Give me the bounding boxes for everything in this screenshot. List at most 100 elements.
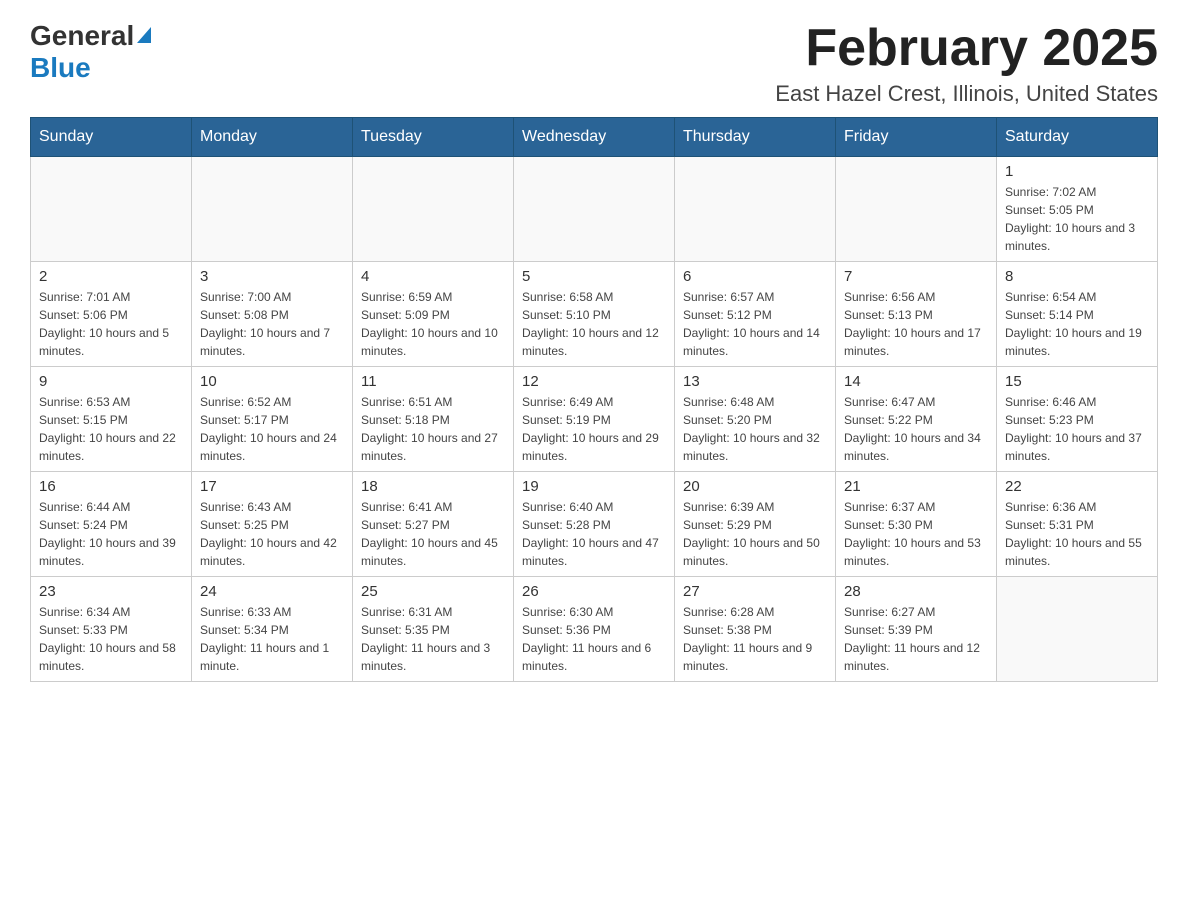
day-number: 22 xyxy=(1005,478,1149,495)
calendar-day-cell: 13 Sunrise: 6:48 AM Sunset: 5:20 PM Dayli… xyxy=(675,367,836,472)
day-info: Sunrise: 7:01 AM Sunset: 5:06 PM Dayligh… xyxy=(39,288,183,360)
day-info: Sunrise: 6:47 AM Sunset: 5:22 PM Dayligh… xyxy=(844,393,988,465)
calendar-day-cell: 20 Sunrise: 6:39 AM Sunset: 5:29 PM Dayli… xyxy=(675,472,836,577)
day-number: 13 xyxy=(683,373,827,390)
logo-blue-text: Blue xyxy=(30,52,91,84)
day-info: Sunrise: 7:02 AM Sunset: 5:05 PM Dayligh… xyxy=(1005,183,1149,255)
calendar-day-cell: 11 Sunrise: 6:51 AM Sunset: 5:18 PM Dayli… xyxy=(353,367,514,472)
weekday-header: Monday xyxy=(192,118,353,157)
day-number: 16 xyxy=(39,478,183,495)
calendar-week-row: 1Sunrise: 7:02 AM Sunset: 5:05 PM Daylig… xyxy=(31,157,1158,262)
calendar-day-cell: 16Sunrise: 6:44 AM Sunset: 5:24 PM Dayli… xyxy=(31,472,192,577)
day-info: Sunrise: 6:49 AM Sunset: 5:19 PM Dayligh… xyxy=(522,393,666,465)
calendar-day-cell: 2 Sunrise: 7:01 AM Sunset: 5:06 PM Daylig… xyxy=(31,262,192,367)
calendar-day-cell: 24 Sunrise: 6:33 AM Sunset: 5:34 PM Dayli… xyxy=(192,577,353,682)
logo-general-text: General xyxy=(30,20,134,52)
calendar-title: February 2025 xyxy=(775,20,1158,77)
calendar-day-cell xyxy=(836,157,997,262)
calendar-day-cell xyxy=(675,157,836,262)
day-info: Sunrise: 6:31 AM Sunset: 5:35 PM Dayligh… xyxy=(361,603,505,675)
calendar-subtitle: East Hazel Crest, Illinois, United State… xyxy=(775,81,1158,107)
calendar-day-cell xyxy=(192,157,353,262)
weekday-header: Saturday xyxy=(997,118,1158,157)
logo: General Blue xyxy=(30,20,151,84)
day-number: 25 xyxy=(361,583,505,600)
day-info: Sunrise: 6:39 AM Sunset: 5:29 PM Dayligh… xyxy=(683,498,827,570)
calendar-day-cell: 25 Sunrise: 6:31 AM Sunset: 5:35 PM Dayli… xyxy=(353,577,514,682)
weekday-header: Tuesday xyxy=(353,118,514,157)
day-info: Sunrise: 6:51 AM Sunset: 5:18 PM Dayligh… xyxy=(361,393,505,465)
day-info: Sunrise: 6:57 AM Sunset: 5:12 PM Dayligh… xyxy=(683,288,827,360)
calendar-week-row: 9 Sunrise: 6:53 AM Sunset: 5:15 PM Daylig… xyxy=(31,367,1158,472)
calendar-day-cell: 23 Sunrise: 6:34 AM Sunset: 5:33 PM Dayli… xyxy=(31,577,192,682)
day-number: 12 xyxy=(522,373,666,390)
day-info: Sunrise: 6:59 AM Sunset: 5:09 PM Dayligh… xyxy=(361,288,505,360)
day-info: Sunrise: 6:48 AM Sunset: 5:20 PM Dayligh… xyxy=(683,393,827,465)
calendar-day-cell: 21 Sunrise: 6:37 AM Sunset: 5:30 PM Dayli… xyxy=(836,472,997,577)
weekday-header: Sunday xyxy=(31,118,192,157)
day-info: Sunrise: 6:56 AM Sunset: 5:13 PM Dayligh… xyxy=(844,288,988,360)
day-info: Sunrise: 6:37 AM Sunset: 5:30 PM Dayligh… xyxy=(844,498,988,570)
calendar-day-cell: 4 Sunrise: 6:59 AM Sunset: 5:09 PM Daylig… xyxy=(353,262,514,367)
calendar-day-cell xyxy=(353,157,514,262)
day-number: 6 xyxy=(683,268,827,285)
day-number: 20 xyxy=(683,478,827,495)
calendar-day-cell: 15 Sunrise: 6:46 AM Sunset: 5:23 PM Dayli… xyxy=(997,367,1158,472)
calendar-day-cell: 10 Sunrise: 6:52 AM Sunset: 5:17 PM Dayli… xyxy=(192,367,353,472)
day-info: Sunrise: 6:54 AM Sunset: 5:14 PM Dayligh… xyxy=(1005,288,1149,360)
day-number: 18 xyxy=(361,478,505,495)
calendar-table: SundayMondayTuesdayWednesdayThursdayFrid… xyxy=(30,117,1158,682)
day-info: Sunrise: 6:43 AM Sunset: 5:25 PM Dayligh… xyxy=(200,498,344,570)
day-number: 21 xyxy=(844,478,988,495)
day-info: Sunrise: 6:33 AM Sunset: 5:34 PM Dayligh… xyxy=(200,603,344,675)
day-number: 9 xyxy=(39,373,183,390)
day-number: 10 xyxy=(200,373,344,390)
page-header: General Blue February 2025 East Hazel Cr… xyxy=(30,20,1158,107)
title-block: February 2025 East Hazel Crest, Illinois… xyxy=(775,20,1158,107)
calendar-week-row: 2 Sunrise: 7:01 AM Sunset: 5:06 PM Daylig… xyxy=(31,262,1158,367)
day-info: Sunrise: 6:52 AM Sunset: 5:17 PM Dayligh… xyxy=(200,393,344,465)
calendar-day-cell: 14 Sunrise: 6:47 AM Sunset: 5:22 PM Dayli… xyxy=(836,367,997,472)
day-number: 3 xyxy=(200,268,344,285)
day-info: Sunrise: 6:34 AM Sunset: 5:33 PM Dayligh… xyxy=(39,603,183,675)
calendar-week-row: 16Sunrise: 6:44 AM Sunset: 5:24 PM Dayli… xyxy=(31,472,1158,577)
day-info: Sunrise: 6:46 AM Sunset: 5:23 PM Dayligh… xyxy=(1005,393,1149,465)
day-number: 5 xyxy=(522,268,666,285)
day-number: 8 xyxy=(1005,268,1149,285)
day-number: 28 xyxy=(844,583,988,600)
calendar-day-cell: 22Sunrise: 6:36 AM Sunset: 5:31 PM Dayli… xyxy=(997,472,1158,577)
weekday-header: Wednesday xyxy=(514,118,675,157)
day-number: 2 xyxy=(39,268,183,285)
calendar-day-cell: 19 Sunrise: 6:40 AM Sunset: 5:28 PM Dayli… xyxy=(514,472,675,577)
day-info: Sunrise: 7:00 AM Sunset: 5:08 PM Dayligh… xyxy=(200,288,344,360)
calendar-day-cell: 17 Sunrise: 6:43 AM Sunset: 5:25 PM Dayli… xyxy=(192,472,353,577)
calendar-day-cell: 9 Sunrise: 6:53 AM Sunset: 5:15 PM Daylig… xyxy=(31,367,192,472)
calendar-day-cell xyxy=(514,157,675,262)
calendar-day-cell: 26Sunrise: 6:30 AM Sunset: 5:36 PM Dayli… xyxy=(514,577,675,682)
day-info: Sunrise: 6:28 AM Sunset: 5:38 PM Dayligh… xyxy=(683,603,827,675)
day-number: 17 xyxy=(200,478,344,495)
day-info: Sunrise: 6:27 AM Sunset: 5:39 PM Dayligh… xyxy=(844,603,988,675)
weekday-header: Friday xyxy=(836,118,997,157)
calendar-week-row: 23 Sunrise: 6:34 AM Sunset: 5:33 PM Dayli… xyxy=(31,577,1158,682)
calendar-day-cell: 27Sunrise: 6:28 AM Sunset: 5:38 PM Dayli… xyxy=(675,577,836,682)
calendar-day-cell xyxy=(997,577,1158,682)
day-number: 15 xyxy=(1005,373,1149,390)
day-number: 19 xyxy=(522,478,666,495)
day-info: Sunrise: 6:41 AM Sunset: 5:27 PM Dayligh… xyxy=(361,498,505,570)
day-info: Sunrise: 6:53 AM Sunset: 5:15 PM Dayligh… xyxy=(39,393,183,465)
calendar-day-cell: 3 Sunrise: 7:00 AM Sunset: 5:08 PM Daylig… xyxy=(192,262,353,367)
day-info: Sunrise: 6:40 AM Sunset: 5:28 PM Dayligh… xyxy=(522,498,666,570)
calendar-day-cell: 12 Sunrise: 6:49 AM Sunset: 5:19 PM Dayli… xyxy=(514,367,675,472)
day-number: 4 xyxy=(361,268,505,285)
day-number: 24 xyxy=(200,583,344,600)
day-number: 26 xyxy=(522,583,666,600)
calendar-day-cell: 7Sunrise: 6:56 AM Sunset: 5:13 PM Daylig… xyxy=(836,262,997,367)
logo-general-line: General xyxy=(30,20,151,52)
day-info: Sunrise: 6:58 AM Sunset: 5:10 PM Dayligh… xyxy=(522,288,666,360)
day-number: 14 xyxy=(844,373,988,390)
day-number: 23 xyxy=(39,583,183,600)
calendar-day-cell: 1Sunrise: 7:02 AM Sunset: 5:05 PM Daylig… xyxy=(997,157,1158,262)
calendar-day-cell: 8 Sunrise: 6:54 AM Sunset: 5:14 PM Daylig… xyxy=(997,262,1158,367)
day-number: 11 xyxy=(361,373,505,390)
